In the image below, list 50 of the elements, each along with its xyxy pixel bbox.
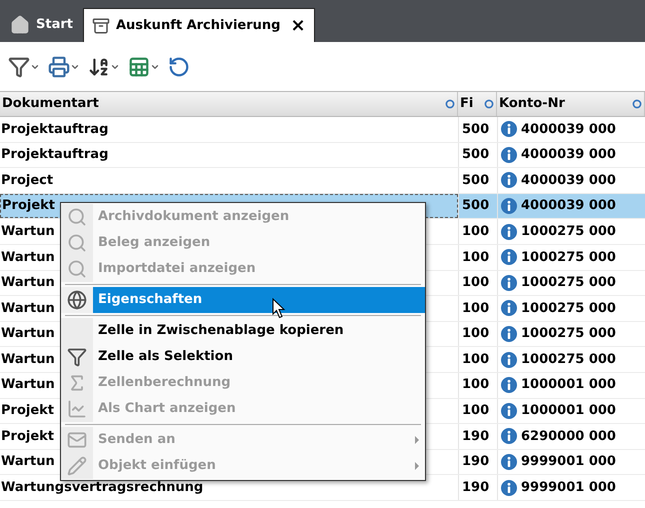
- table-cell-text: Projektauftrag: [1, 146, 108, 164]
- table-cell-text: 100: [462, 222, 490, 241]
- table-cell-text: 500: [462, 172, 490, 190]
- table-cell-text: Wartun: [1, 274, 55, 292]
- table-cell-text: Wartun: [1, 222, 55, 241]
- table-cell-text: Projekt: [1, 402, 54, 420]
- table-cell-text: Wartun: [1, 376, 55, 394]
- table-cell-text: Projektauftrag: [1, 120, 108, 139]
- column-title: Fi: [460, 95, 474, 114]
- table-cell-text: 1000275 000: [521, 274, 616, 292]
- table-cell-text: 1000001 000: [521, 376, 616, 394]
- table-cell-text: 1000275 000: [521, 350, 616, 369]
- table-cell-text: Wartun: [1, 248, 55, 267]
- table-cell-text: Wartun: [1, 453, 55, 472]
- column-title: Konto-Nr: [499, 95, 565, 114]
- table-cell-text: Wartun: [1, 350, 55, 369]
- table-cell-text: 1000275 000: [521, 248, 616, 267]
- table-cell-text: 100: [462, 248, 490, 267]
- table-cell-text: 500: [462, 197, 490, 216]
- tab-label: Auskunft Archivierung: [116, 16, 280, 35]
- table-cell-text: Wartungsvertragsrechnung: [1, 478, 204, 497]
- table-cell-text: 6290000 000: [521, 428, 616, 446]
- table-cell-text: 1000275 000: [521, 300, 616, 318]
- table-cell-text: 100: [462, 376, 490, 394]
- table-cell-text: 1000275 000: [521, 222, 616, 241]
- table-cell-text: 100: [462, 325, 490, 344]
- table-cell-text: 100: [462, 350, 490, 369]
- table-cell-text: Wartun: [1, 300, 55, 318]
- table-cell-text: 500: [462, 146, 490, 164]
- table-cell-text: 100: [462, 300, 490, 318]
- column-title: Dokumentart: [2, 95, 99, 114]
- table-cell-text: 4000039 000: [521, 120, 616, 139]
- table-cell-text: 1000275 000: [521, 325, 616, 344]
- table-cell-text: 100: [462, 402, 490, 420]
- table-cell-text: Projekt: [2, 197, 56, 216]
- tab-label: Start: [36, 16, 73, 34]
- table-cell-text: 500: [462, 120, 490, 139]
- table-cell-text: 4000039 000: [521, 172, 616, 190]
- table-cell-text: Wartun: [1, 325, 55, 344]
- table-cell-text: Project: [1, 172, 54, 190]
- table-cell-text: 190: [462, 453, 490, 472]
- table-cell-text: 1000001 000: [521, 402, 616, 420]
- table-cell-text: 100: [462, 274, 490, 292]
- table-cell-text: 4000039 000: [521, 146, 616, 164]
- table-cell-text: 9999001 000: [521, 453, 616, 472]
- table-cell-text: 190: [462, 428, 490, 446]
- table-cell-text: 190: [462, 478, 490, 497]
- table-cell-text: 9999001 000: [521, 478, 616, 497]
- table-cell-text: Projekt: [1, 428, 54, 446]
- table-cell-text: 4000039 000: [521, 197, 616, 216]
